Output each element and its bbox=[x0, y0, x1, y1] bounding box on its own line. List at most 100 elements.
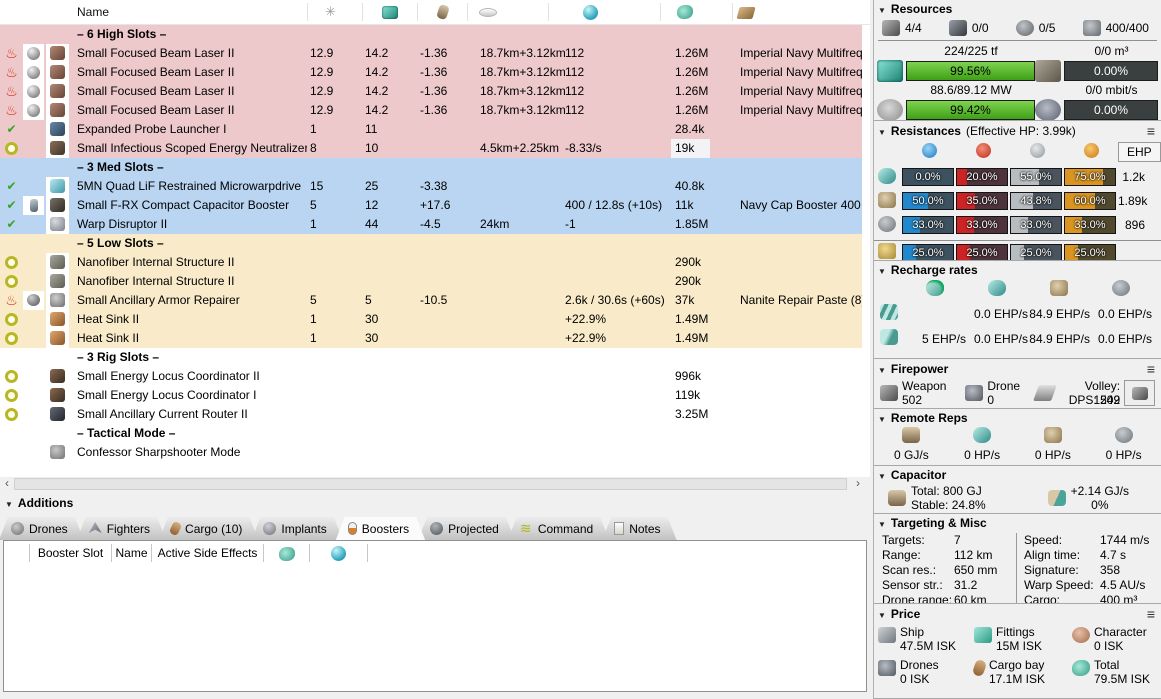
offline-state-icon[interactable] bbox=[2, 272, 21, 291]
tab-command[interactable]: Command bbox=[508, 517, 609, 540]
boosters-col-active-side-effects[interactable]: Active Side Effects bbox=[152, 544, 264, 562]
fitting-row[interactable]: Expanded Probe Launcher I11128.4k bbox=[0, 120, 862, 139]
fitting-row[interactable]: Small Energy Locus Coordinator I 119k bbox=[0, 386, 862, 405]
boosters-col-booster-slot[interactable]: Booster Slot bbox=[30, 544, 112, 562]
capacitor-section-header[interactable]: Capacitor bbox=[874, 466, 1161, 483]
offline-state-icon[interactable] bbox=[2, 386, 21, 405]
cell-cap: -1.36 bbox=[420, 84, 448, 98]
boosters-col-name[interactable]: Name bbox=[112, 544, 152, 562]
targeting-section-header[interactable]: Targeting & Misc bbox=[874, 514, 1161, 531]
firepower-section-header[interactable]: Firepower bbox=[874, 359, 1161, 378]
scroll-right-icon[interactable]: › bbox=[851, 477, 865, 491]
fitting-row[interactable]: Small Focused Beam Laser II 12.9 14.2 -1.36… bbox=[0, 44, 862, 63]
tab-implants[interactable]: Implants bbox=[251, 517, 342, 540]
offline-state-icon[interactable] bbox=[2, 310, 21, 329]
fitting-row[interactable]: Small F-RX Compact Capacitor Booster 5 12 +… bbox=[0, 196, 862, 215]
cpu-icon[interactable] bbox=[382, 6, 398, 19]
cpu-bar: 99.56% bbox=[906, 61, 1035, 81]
tab-projected[interactable]: Projected bbox=[418, 517, 515, 540]
overheat-state-icon[interactable] bbox=[2, 82, 21, 101]
ehp-button[interactable]: EHP bbox=[1118, 142, 1161, 162]
fitting-row[interactable]: Warp Disruptor II 1 44 -4.5 24km -1 1.85M bbox=[0, 215, 862, 234]
fitting-row[interactable]: Small Focused Beam Laser II 12.9 14.2 -1.36… bbox=[0, 101, 862, 120]
recharge-section-header[interactable]: Recharge rates bbox=[874, 261, 1161, 278]
remote-reps-section-header[interactable]: Remote Reps bbox=[874, 409, 1161, 426]
cell-pg: 5 bbox=[310, 293, 317, 307]
crystal-charge-icon bbox=[23, 82, 44, 101]
name-column-header[interactable]: Name bbox=[77, 5, 109, 19]
active-state-icon[interactable] bbox=[2, 196, 21, 215]
fitting-row[interactable]: Heat Sink II 1 30 +22.9% 1.49M bbox=[0, 310, 862, 329]
additions-header[interactable]: Additions bbox=[5, 496, 73, 510]
resistances-section-header[interactable]: Resistances (Effective HP: 3.99k) bbox=[874, 121, 1161, 140]
tab-cargo-10[interactable]: Cargo (10) bbox=[159, 517, 258, 540]
overheat-state-icon[interactable] bbox=[2, 44, 21, 63]
offline-state-icon[interactable] bbox=[2, 367, 21, 386]
price-section-header[interactable]: Price bbox=[874, 604, 1161, 623]
fitting-row[interactable]: Confessor Sharpshooter Mode bbox=[0, 443, 862, 462]
command-icon bbox=[520, 522, 533, 535]
collapse-icon[interactable] bbox=[878, 263, 886, 277]
cell-ammo: Navy Cap Booster 400 (1) bbox=[740, 198, 862, 212]
scroll-left-icon[interactable]: ‹ bbox=[0, 477, 14, 491]
resources-section-header[interactable]: Resources bbox=[874, 0, 1161, 17]
fitting-row[interactable]: Nanofiber Internal Structure II 290k bbox=[0, 253, 862, 272]
menu-icon[interactable] bbox=[1147, 123, 1155, 139]
volley-value: Volley: 1249 bbox=[1084, 379, 1121, 407]
powergrid-icon[interactable] bbox=[325, 4, 341, 20]
tab-notes[interactable]: Notes bbox=[602, 517, 676, 540]
menu-icon[interactable] bbox=[1147, 606, 1155, 622]
fitting-row[interactable]: Small Focused Beam Laser II 12.9 14.2 -1.36… bbox=[0, 82, 862, 101]
fitting-row[interactable]: Heat Sink II 1 30 +22.9% 1.49M bbox=[0, 329, 862, 348]
fitting-row[interactable]: Small Energy Locus Coordinator II 996k bbox=[0, 367, 862, 386]
ammo-icon[interactable] bbox=[736, 7, 756, 19]
active-state-icon[interactable] bbox=[2, 120, 21, 139]
fitting-row[interactable]: Small Ancillary Current Router II 3.25M bbox=[0, 405, 862, 424]
scrollbar-thumb[interactable] bbox=[14, 478, 847, 490]
collapse-icon[interactable] bbox=[878, 2, 886, 16]
overheat-state-icon[interactable] bbox=[2, 63, 21, 82]
active-state-icon[interactable] bbox=[2, 215, 21, 234]
dps-graph-button[interactable] bbox=[1124, 380, 1155, 406]
fitting-row[interactable]: Small Ancillary Armor Repairer 5 5 -10.5 2.6… bbox=[0, 291, 862, 310]
active-state-icon[interactable] bbox=[2, 177, 21, 196]
divider bbox=[878, 40, 1157, 41]
cell-pg: 12.9 bbox=[310, 84, 334, 98]
optimal-range-icon[interactable] bbox=[479, 8, 497, 17]
tab-drones[interactable]: Drones bbox=[0, 517, 84, 540]
tab-fighters[interactable]: Fighters bbox=[77, 517, 166, 540]
boosters-col-state[interactable] bbox=[4, 544, 30, 562]
menu-icon[interactable] bbox=[1147, 361, 1155, 377]
collapse-icon[interactable] bbox=[878, 607, 886, 621]
horizontal-scrollbar[interactable]: ‹ › bbox=[0, 477, 866, 491]
collapse-icon[interactable] bbox=[878, 362, 886, 376]
offline-state-icon[interactable] bbox=[2, 329, 21, 348]
offline-state-icon[interactable] bbox=[2, 405, 21, 424]
collapse-icon[interactable] bbox=[878, 411, 886, 425]
price-icon[interactable] bbox=[677, 5, 693, 19]
resource-bars: 224/225 tf 99.56% 88.6/89.12 MW 99.42% 0… bbox=[874, 43, 1161, 120]
tab-boosters[interactable]: Boosters bbox=[336, 517, 425, 540]
fitting-row[interactable]: Small Infectious Scoped Energy Neutraliz… bbox=[0, 139, 862, 158]
capacitor-usage-icon[interactable] bbox=[436, 3, 450, 21]
collapse-icon[interactable] bbox=[878, 468, 886, 482]
overheat-state-icon[interactable] bbox=[2, 291, 21, 310]
fitting-row[interactable]: Nanofiber Internal Structure II 290k bbox=[0, 272, 862, 291]
collapse-icon[interactable] bbox=[878, 124, 886, 138]
ship-icon bbox=[878, 627, 896, 643]
fitting-row[interactable]: 5MN Quad LiF Restrained Microwarpdrive 15… bbox=[0, 177, 862, 196]
cell-misc: 112 bbox=[565, 84, 585, 98]
remote-rep-item: 0 HP/s bbox=[1018, 427, 1089, 462]
collapse-icon[interactable] bbox=[5, 496, 13, 510]
offline-state-icon[interactable] bbox=[2, 139, 21, 158]
fitting-row[interactable]: Small Focused Beam Laser II 12.9 14.2 -1.36… bbox=[0, 63, 862, 82]
armor-repair-icon bbox=[1050, 280, 1068, 296]
boosters-col-icon[interactable] bbox=[310, 544, 368, 562]
stats-panel: Resources 4/4 0/0 0/5 400/400 224/225 tf 99… bbox=[873, 0, 1161, 699]
overheat-state-icon[interactable] bbox=[2, 101, 21, 120]
boosters-col-icon[interactable] bbox=[264, 544, 310, 562]
misc-stat-icon[interactable] bbox=[583, 5, 598, 20]
collapse-icon[interactable] bbox=[878, 516, 886, 530]
offline-state-icon[interactable] bbox=[2, 253, 21, 272]
remote-rep-item: 0 HP/s bbox=[947, 427, 1018, 462]
